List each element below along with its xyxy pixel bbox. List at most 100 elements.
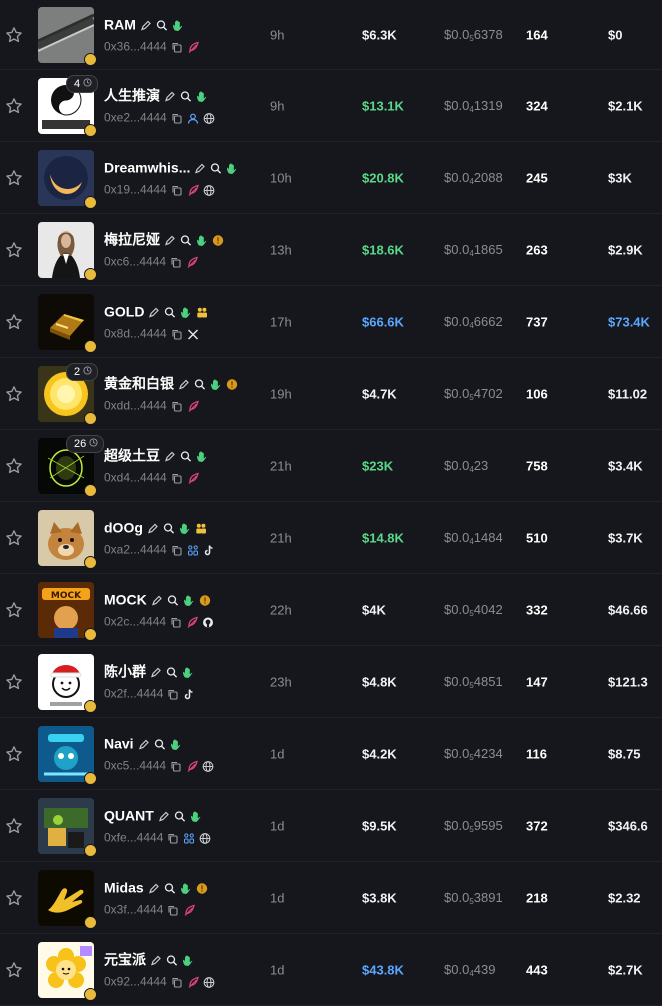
- token-row[interactable]: MOCK MOCK 0x2c...4444 22h $4K $0.054042 …: [0, 574, 662, 646]
- copy-icon[interactable]: [171, 111, 183, 124]
- edit-icon[interactable]: [138, 737, 150, 749]
- token-name[interactable]: Navi: [104, 735, 134, 751]
- token-row[interactable]: Dreamwhis... 0x19...4444 10h $20.8K $0.0…: [0, 142, 662, 214]
- edit-icon[interactable]: [164, 89, 176, 101]
- favorite-star-icon[interactable]: [5, 529, 23, 547]
- feather-icon[interactable]: [187, 183, 199, 196]
- copy-icon[interactable]: [171, 40, 183, 53]
- search-icon[interactable]: [174, 809, 186, 822]
- feather-icon[interactable]: [186, 759, 198, 772]
- copy-icon[interactable]: [170, 615, 182, 628]
- people-icon[interactable]: [187, 543, 199, 555]
- search-icon[interactable]: [156, 18, 168, 31]
- copy-icon[interactable]: [167, 687, 179, 700]
- search-icon[interactable]: [163, 521, 175, 534]
- copy-icon[interactable]: [171, 399, 183, 412]
- github-icon[interactable]: [202, 615, 214, 627]
- token-row[interactable]: Midas 0x3f...4444 1d $3.8K $0.053891 218…: [0, 862, 662, 934]
- favorite-star-icon[interactable]: [5, 889, 23, 907]
- token-name[interactable]: Midas: [104, 879, 144, 895]
- globe-icon[interactable]: [203, 183, 215, 196]
- copy-icon[interactable]: [170, 255, 182, 268]
- copy-icon[interactable]: [171, 471, 183, 484]
- token-row[interactable]: Navi 0xc5...4444 1d $4.2K $0.054234 116 …: [0, 718, 662, 790]
- token-name[interactable]: 陈小群: [104, 661, 146, 681]
- favorite-star-icon[interactable]: [5, 817, 23, 835]
- globe-icon[interactable]: [199, 831, 211, 844]
- token-row[interactable]: QUANT 0xfe...4444 1d $9.5K $0.059595 372…: [0, 790, 662, 862]
- token-name[interactable]: 黄金和白银: [104, 373, 174, 393]
- token-row[interactable]: GOLD 0x8d...4444 17h $66.6K $0.046662 73…: [0, 286, 662, 358]
- token-row[interactable]: 2 黄金和白银 0xdd...4444 19h $4.7K $0.054702 …: [0, 358, 662, 430]
- token-row[interactable]: 26 超级土豆 0xd4...4444 21h $23K $0.0423 758…: [0, 430, 662, 502]
- token-name[interactable]: GOLD: [104, 303, 144, 319]
- edit-icon[interactable]: [158, 809, 170, 821]
- search-icon[interactable]: [154, 737, 166, 750]
- feather-icon[interactable]: [183, 903, 196, 916]
- edit-icon[interactable]: [194, 161, 206, 173]
- favorite-star-icon[interactable]: [5, 745, 23, 763]
- edit-icon[interactable]: [151, 593, 163, 605]
- edit-icon[interactable]: [178, 377, 190, 389]
- favorite-star-icon[interactable]: [5, 385, 23, 403]
- edit-icon[interactable]: [164, 449, 176, 461]
- feather-icon[interactable]: [186, 615, 198, 628]
- tiktok-icon[interactable]: [203, 543, 215, 555]
- search-icon[interactable]: [164, 881, 176, 894]
- edit-icon[interactable]: [150, 665, 162, 677]
- favorite-star-icon[interactable]: [5, 961, 23, 979]
- copy-icon[interactable]: [171, 183, 183, 196]
- favorite-star-icon[interactable]: [5, 673, 23, 691]
- token-name[interactable]: RAM: [104, 16, 136, 32]
- globe-icon[interactable]: [203, 975, 215, 988]
- search-icon[interactable]: [166, 665, 178, 678]
- token-name[interactable]: Dreamwhis...: [104, 159, 190, 175]
- search-icon[interactable]: [180, 89, 192, 102]
- token-row[interactable]: dOOg 0xa2...4444 21h $14.8K $0.041484 51…: [0, 502, 662, 574]
- token-name[interactable]: MOCK: [104, 591, 147, 607]
- token-row[interactable]: 4 人生推演 0xe2...4444 9h $13.1K $0.041319 3…: [0, 70, 662, 142]
- search-icon[interactable]: [180, 233, 192, 246]
- user-icon[interactable]: [187, 111, 199, 124]
- token-row[interactable]: 梅拉尼娅 0xc6...4444 13h $18.6K $0.041865 26…: [0, 214, 662, 286]
- search-icon[interactable]: [194, 377, 206, 390]
- token-row[interactable]: 元宝派 0x92...4444 1d $43.8K $0.04439 443 $…: [0, 934, 662, 1006]
- globe-icon[interactable]: [202, 759, 214, 772]
- edit-icon[interactable]: [164, 233, 176, 245]
- edit-icon[interactable]: [148, 305, 160, 317]
- token-row[interactable]: RAM 0x36...4444 9h $6.3K $0.056378 164 $…: [0, 0, 662, 70]
- favorite-star-icon[interactable]: [5, 457, 23, 475]
- x-icon[interactable]: [187, 327, 199, 339]
- tiktok-icon[interactable]: [183, 687, 195, 699]
- token-name[interactable]: 元宝派: [104, 949, 146, 969]
- favorite-star-icon[interactable]: [5, 313, 23, 331]
- favorite-star-icon[interactable]: [5, 26, 23, 44]
- token-name[interactable]: dOOg: [104, 519, 143, 535]
- search-icon[interactable]: [180, 449, 192, 462]
- edit-icon[interactable]: [148, 881, 160, 893]
- feather-icon[interactable]: [187, 471, 199, 484]
- feather-icon[interactable]: [187, 40, 199, 53]
- favorite-star-icon[interactable]: [5, 97, 23, 115]
- copy-icon[interactable]: [167, 831, 179, 844]
- token-name[interactable]: 人生推演: [104, 85, 160, 105]
- copy-icon[interactable]: [171, 327, 183, 340]
- people-icon[interactable]: [183, 831, 195, 843]
- edit-icon[interactable]: [150, 953, 162, 965]
- feather-icon[interactable]: [186, 255, 198, 268]
- token-name[interactable]: 超级土豆: [104, 445, 160, 465]
- search-icon[interactable]: [166, 953, 178, 966]
- search-icon[interactable]: [164, 305, 176, 318]
- search-icon[interactable]: [167, 593, 179, 606]
- edit-icon[interactable]: [147, 521, 159, 533]
- token-row[interactable]: 陈小群 0x2f...4444 23h $4.8K $0.054851 147 …: [0, 646, 662, 718]
- copy-icon[interactable]: [171, 975, 183, 988]
- copy-icon[interactable]: [171, 543, 183, 556]
- favorite-star-icon[interactable]: [5, 241, 23, 259]
- token-name[interactable]: QUANT: [104, 807, 154, 823]
- favorite-star-icon[interactable]: [5, 601, 23, 619]
- edit-icon[interactable]: [140, 18, 152, 30]
- feather-icon[interactable]: [187, 399, 199, 412]
- copy-icon[interactable]: [170, 759, 182, 772]
- token-name[interactable]: 梅拉尼娅: [104, 229, 160, 249]
